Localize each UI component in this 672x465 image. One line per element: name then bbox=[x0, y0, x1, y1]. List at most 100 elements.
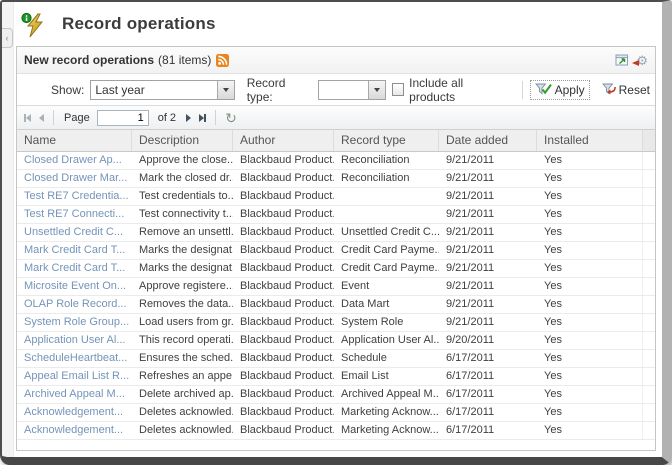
record-operation-link[interactable]: ScheduleHeartbeat... bbox=[17, 350, 132, 367]
page-number-input[interactable] bbox=[97, 110, 149, 126]
next-page-button[interactable] bbox=[184, 112, 193, 124]
record-operation-link[interactable]: Application User Al... bbox=[17, 332, 132, 349]
table-row[interactable]: Unsettled Credit C...Remove an unsettl..… bbox=[17, 224, 655, 242]
cell-date-added: 9/21/2011 bbox=[439, 188, 537, 205]
record-operation-link[interactable]: Closed Drawer Mar... bbox=[17, 170, 132, 187]
row-tail-cell bbox=[643, 152, 655, 169]
cell-date-added: 9/20/2011 bbox=[439, 332, 537, 349]
cell-record-type: Credit Card Payme... bbox=[334, 242, 439, 259]
record-operation-link[interactable]: Acknowledgement... bbox=[17, 404, 132, 421]
reset-button[interactable]: Reset bbox=[594, 80, 655, 100]
cell-installed: Yes bbox=[537, 422, 643, 439]
table-row[interactable]: Test RE7 Connecti...Test connectivity t.… bbox=[17, 206, 655, 224]
table-row[interactable]: Mark Credit Card T...Marks the designat.… bbox=[17, 242, 655, 260]
list-title: New record operations bbox=[24, 53, 154, 67]
record-operation-link[interactable]: Closed Drawer Ap... bbox=[17, 152, 132, 169]
cell-author: Blackbaud Product... bbox=[233, 422, 334, 439]
record-operation-link[interactable]: System Role Group... bbox=[17, 314, 132, 331]
rss-icon[interactable] bbox=[216, 54, 229, 67]
table-row[interactable]: Acknowledgement...Deletes acknowled...Bl… bbox=[17, 422, 655, 440]
cell-description: Ensures the sched... bbox=[132, 350, 233, 367]
table-body: Closed Drawer Ap...Approve the close... B… bbox=[17, 152, 655, 450]
cell-installed: Yes bbox=[537, 242, 643, 259]
cell-author: Blackbaud Product... bbox=[233, 332, 334, 349]
table-row[interactable]: Microsite Event On...Approve registere..… bbox=[17, 278, 655, 296]
table-row[interactable]: Appeal Email List R...Refreshes an appe.… bbox=[17, 368, 655, 386]
cell-record-type bbox=[334, 188, 439, 205]
apply-funnel-icon bbox=[535, 83, 552, 96]
cell-record-type: Reconciliation bbox=[334, 170, 439, 187]
cell-author: Blackbaud Product... bbox=[233, 188, 334, 205]
include-all-products-checkbox[interactable] bbox=[392, 83, 405, 96]
cell-description: Approve the close... bbox=[132, 152, 233, 169]
show-select[interactable]: Last year bbox=[90, 80, 234, 100]
row-tail-cell bbox=[643, 314, 655, 331]
cell-description: Deletes acknowled... bbox=[132, 404, 233, 421]
cell-date-added: 6/17/2011 bbox=[439, 404, 537, 421]
column-header-installed[interactable]: Installed bbox=[537, 130, 643, 151]
column-header-name[interactable]: Name bbox=[17, 130, 132, 151]
record-operation-link[interactable]: Mark Credit Card T... bbox=[17, 242, 132, 259]
table-row[interactable]: Application User Al...This record operat… bbox=[17, 332, 655, 350]
page-of-label: of 2 bbox=[158, 112, 176, 124]
cell-record-type: Reconciliation bbox=[334, 152, 439, 169]
collapse-panel-arrow-icon[interactable]: ‹ bbox=[2, 28, 13, 48]
record-type-dropdown-button[interactable] bbox=[368, 81, 385, 99]
cell-record-type bbox=[334, 206, 439, 223]
include-all-products-label: Include all products bbox=[409, 76, 508, 104]
cell-description: Test connectivity t... bbox=[132, 206, 233, 223]
cell-date-added: 9/21/2011 bbox=[439, 278, 537, 295]
cell-author: Blackbaud Product... bbox=[233, 296, 334, 313]
cell-description: Deletes acknowled... bbox=[132, 422, 233, 439]
record-operation-link[interactable]: OLAP Role Record... bbox=[17, 296, 132, 313]
record-type-label: Record type: bbox=[247, 76, 312, 104]
list-panel: New record operations (81 items) bbox=[16, 46, 656, 451]
page-options-icon[interactable]: ⚙ bbox=[636, 54, 648, 67]
record-type-select[interactable] bbox=[318, 80, 385, 100]
table-row[interactable]: ScheduleHeartbeat...Ensures the sched...… bbox=[17, 350, 655, 368]
open-new-window-icon[interactable] bbox=[615, 53, 630, 67]
table-row[interactable]: Test RE7 Credentia...Test credentials to… bbox=[17, 188, 655, 206]
reset-label: Reset bbox=[619, 83, 650, 97]
table-row[interactable]: OLAP Role Record...Removes the data...Bl… bbox=[17, 296, 655, 314]
record-operation-link[interactable]: Microsite Event On... bbox=[17, 278, 132, 295]
cell-installed: Yes bbox=[537, 350, 643, 367]
record-operation-link[interactable]: Archived Appeal M... bbox=[17, 386, 132, 403]
cell-installed: Yes bbox=[537, 296, 643, 313]
table-row[interactable]: Closed Drawer Ap...Approve the close...B… bbox=[17, 152, 655, 170]
cell-installed: Yes bbox=[537, 332, 643, 349]
column-header-record-type[interactable]: Record type bbox=[334, 130, 439, 151]
pagination-bar: Page of 2 ↻ bbox=[17, 105, 655, 130]
record-operation-link[interactable]: Test RE7 Credentia... bbox=[17, 188, 132, 205]
cell-installed: Yes bbox=[537, 404, 643, 421]
list-header-bar: New record operations (81 items) bbox=[17, 47, 655, 74]
table-row[interactable]: Closed Drawer Mar...Mark the closed dr..… bbox=[17, 170, 655, 188]
app-window: ‹ Record operations New record operation… bbox=[0, 0, 672, 465]
record-operation-link[interactable]: Acknowledgement... bbox=[17, 422, 132, 439]
show-label: Show: bbox=[51, 83, 84, 97]
column-header-date-added[interactable]: Date added bbox=[439, 130, 537, 151]
cell-date-added: 6/17/2011 bbox=[439, 422, 537, 439]
record-operation-link[interactable]: Mark Credit Card T... bbox=[17, 260, 132, 277]
first-page-button[interactable] bbox=[22, 112, 33, 124]
show-dropdown-button[interactable] bbox=[217, 81, 234, 99]
record-operation-link[interactable]: Appeal Email List R... bbox=[17, 368, 132, 385]
cell-author: Blackbaud Product... bbox=[233, 404, 334, 421]
table-row[interactable]: System Role Group...Load users from gr..… bbox=[17, 314, 655, 332]
table-row[interactable]: Archived Appeal M...Delete archived ap..… bbox=[17, 386, 655, 404]
cell-date-added: 6/17/2011 bbox=[439, 350, 537, 367]
apply-button[interactable]: Apply bbox=[530, 80, 590, 100]
record-operation-link[interactable]: Test RE7 Connecti... bbox=[17, 206, 132, 223]
table-header-row: Name Description Author Record type Date… bbox=[17, 130, 655, 152]
column-header-author[interactable]: Author bbox=[233, 130, 334, 151]
table-row[interactable]: Acknowledgement...Deletes acknowled...Bl… bbox=[17, 404, 655, 422]
record-operation-link[interactable]: Unsettled Credit C... bbox=[17, 224, 132, 241]
table-row[interactable]: Mark Credit Card T...Marks the designat.… bbox=[17, 260, 655, 278]
cell-record-type: Marketing Acknow... bbox=[334, 422, 439, 439]
last-page-button[interactable] bbox=[197, 112, 208, 124]
column-header-description[interactable]: Description bbox=[132, 130, 233, 151]
previous-page-button[interactable] bbox=[37, 112, 46, 124]
row-tail-cell bbox=[643, 278, 655, 295]
refresh-icon[interactable]: ↻ bbox=[223, 111, 239, 125]
row-tail-cell bbox=[643, 368, 655, 385]
